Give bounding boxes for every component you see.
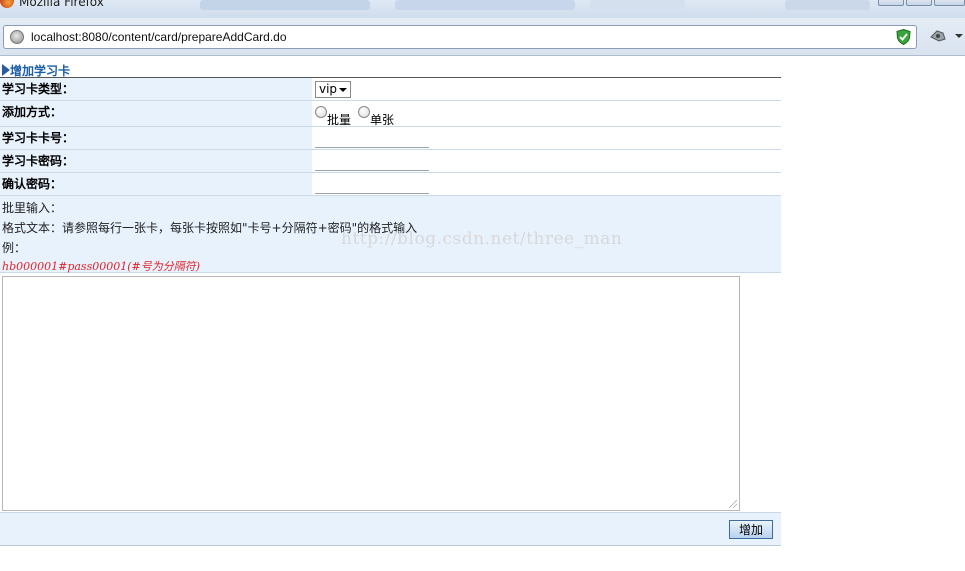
browser-navbar: localhost:8080/content/card/prepareAddCa… <box>0 18 965 56</box>
confirm-password-label: 确认密码： <box>0 173 312 195</box>
card-type-select[interactable]: vip <box>315 81 351 98</box>
minimize-button[interactable] <box>878 0 904 6</box>
form-footer: 增加 <box>0 512 781 546</box>
card-number-input[interactable] <box>315 130 429 148</box>
firefox-logo-icon <box>0 0 14 8</box>
dropdown-arrow-icon[interactable] <box>955 34 963 38</box>
batch-example-label: 例： <box>2 241 27 255</box>
batch-radio-label[interactable]: 批量 <box>327 111 351 128</box>
card-type-selected-value: vip <box>319 82 338 96</box>
taskbar-tab[interactable] <box>395 0 575 10</box>
card-password-field <box>312 150 781 172</box>
resize-grip-icon[interactable] <box>729 500 737 508</box>
confirm-password-input[interactable] <box>315 176 429 194</box>
add-method-row: 添加方式： 批量 单张 <box>0 101 781 127</box>
site-identity-icon[interactable] <box>10 30 24 44</box>
single-radio[interactable] <box>358 106 370 118</box>
shield-icon[interactable] <box>896 29 911 45</box>
window-title: Mozilla Firefox <box>19 0 104 9</box>
taskbar-tab[interactable] <box>785 0 870 10</box>
batch-radio[interactable] <box>315 106 327 118</box>
card-type-field: vip <box>312 78 781 100</box>
add-method-field: 批量 单张 <box>312 101 781 128</box>
single-radio-label[interactable]: 单张 <box>370 111 394 128</box>
maximize-button[interactable] <box>906 0 932 6</box>
tool-icon[interactable] <box>929 27 947 43</box>
card-password-label: 学习卡密码： <box>0 150 312 172</box>
confirm-password-field <box>312 173 781 195</box>
card-password-input[interactable] <box>315 153 429 171</box>
card-type-row: 学习卡类型： vip <box>0 78 781 101</box>
close-button[interactable] <box>934 0 965 6</box>
batch-heading: 批里输入： <box>2 201 63 215</box>
mouse-cursor-icon <box>2 64 10 76</box>
card-type-label: 学习卡类型： <box>0 78 312 100</box>
chevron-down-icon <box>339 88 347 92</box>
batch-example: hb000001#pass00001(#号为分隔符) <box>2 260 201 273</box>
taskbar-tab[interactable] <box>200 0 370 10</box>
window-titlebar: Mozilla Firefox <box>0 0 965 18</box>
form-header: 增加学习卡 <box>0 61 781 78</box>
url-text[interactable]: localhost:8080/content/card/prepareAddCa… <box>31 30 287 44</box>
add-button[interactable]: 增加 <box>729 520 773 539</box>
card-number-row: 学习卡卡号： <box>0 127 781 150</box>
add-method-label: 添加方式： <box>0 101 312 126</box>
address-bar[interactable]: localhost:8080/content/card/prepareAddCa… <box>3 25 917 49</box>
batch-textarea[interactable] <box>3 277 739 510</box>
watermark: http://blog.csdn.net/three_man <box>341 229 623 249</box>
card-number-label: 学习卡卡号： <box>0 127 312 149</box>
batch-textarea-wrapper <box>2 276 740 511</box>
card-password-row: 学习卡密码： <box>0 150 781 173</box>
confirm-password-row: 确认密码： <box>0 173 781 196</box>
page-title: 增加学习卡 <box>10 64 71 78</box>
taskbar-tab[interactable] <box>590 0 685 10</box>
card-number-field <box>312 127 781 149</box>
